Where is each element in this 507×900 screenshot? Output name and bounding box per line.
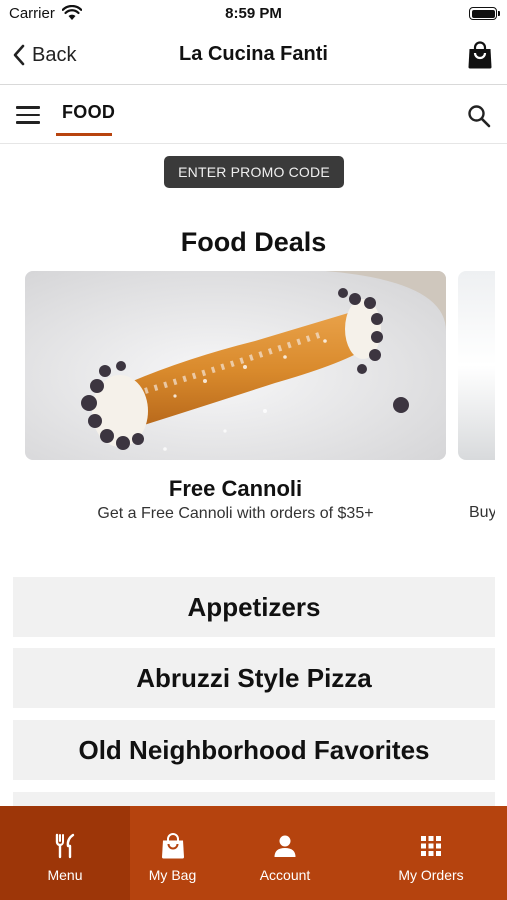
bottom-tab-bar: Menu My Bag Account My Orders <box>0 806 507 900</box>
promo-code-button[interactable]: ENTER PROMO CODE <box>164 156 344 188</box>
deal-description: Get a Free Cannoli with orders of $35+ <box>97 505 374 522</box>
tab-account[interactable]: Account <box>215 806 355 900</box>
deal-name: Free Cannoli <box>168 476 303 501</box>
tab-food-label: FOOD <box>62 102 116 122</box>
fork-knife-icon <box>55 833 75 859</box>
deal-image-cannoli <box>25 271 446 460</box>
tab-menu-label: Menu <box>47 867 83 883</box>
clock-label: 8:59 PM <box>225 5 282 22</box>
grid-icon <box>421 836 441 856</box>
active-tab-indicator <box>56 133 112 136</box>
tab-account-label: Account <box>259 867 311 883</box>
deals-heading: Food Deals <box>180 227 327 257</box>
tab-menu[interactable]: Menu <box>0 806 130 900</box>
menu-icon[interactable] <box>16 106 40 124</box>
back-button[interactable]: Back <box>12 40 76 70</box>
tab-food[interactable]: FOOD <box>56 102 121 138</box>
deal-card-next[interactable]: Buy <box>458 271 495 531</box>
section-old-neighborhood-favorites[interactable]: Old Neighborhood Favorites <box>13 720 495 780</box>
category-bar: FOOD <box>0 86 507 144</box>
section-appetizers[interactable]: Appetizers <box>13 577 495 637</box>
tab-my-bag-label: My Bag <box>148 867 197 883</box>
deal-card[interactable]: Free Cannoli Get a Free Cannoli with ord… <box>25 271 446 523</box>
status-bar: Carrier 8:59 PM <box>0 0 507 28</box>
navigation-bar: Back La Cucina Fanti <box>0 28 507 85</box>
deal-image-next <box>458 271 495 460</box>
section-abruzzi-style-pizza[interactable]: Abruzzi Style Pizza <box>13 648 495 708</box>
tab-my-orders-label: My Orders <box>398 867 464 883</box>
shopping-bag-icon[interactable] <box>467 41 493 69</box>
search-icon[interactable] <box>467 104 491 128</box>
shopping-bag-icon <box>161 833 184 859</box>
tab-my-orders[interactable]: My Orders <box>355 806 507 900</box>
battery-icon <box>469 7 500 20</box>
back-label: Back <box>32 43 77 66</box>
chevron-left-icon <box>13 44 25 66</box>
tab-my-bag[interactable]: My Bag <box>130 806 215 900</box>
deal-description-next: Buy <box>469 504 495 521</box>
page-title: La Cucina Fanti <box>179 43 328 65</box>
person-icon <box>274 835 296 857</box>
